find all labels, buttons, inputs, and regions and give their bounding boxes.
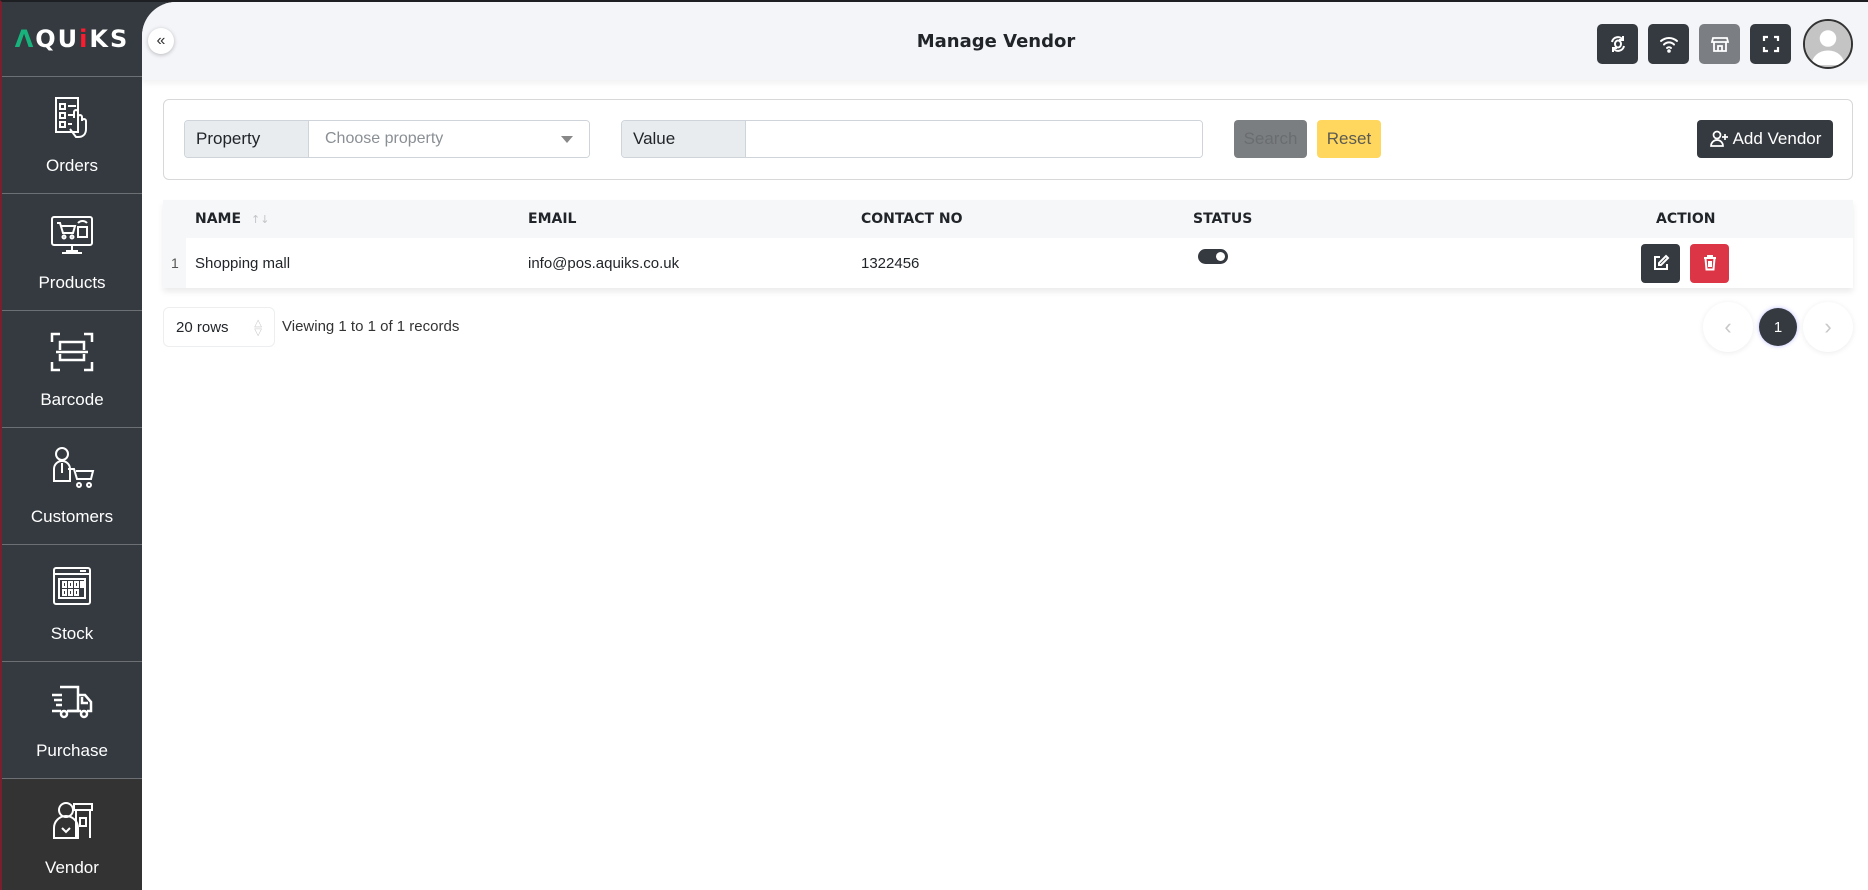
store-icon: [1710, 37, 1729, 52]
rows-per-page-value: 20 rows: [176, 318, 229, 336]
sidebar-item-label: Vendor: [45, 858, 99, 877]
column-header-email: EMAIL: [528, 211, 577, 227]
sidebar-item-label: Customers: [30, 507, 114, 526]
double-chevron-left-icon: «: [156, 32, 166, 49]
value-input[interactable]: [746, 121, 1202, 157]
collapse-sidebar-button[interactable]: «: [148, 28, 174, 54]
header-actions: [1597, 19, 1853, 69]
chevron-right-icon: ›: [1824, 314, 1832, 339]
main-content: Manage Vendor « Property Choose property…: [142, 2, 1868, 890]
sidebar: Λ QU i KS Orders Products Barcode Custom…: [2, 2, 142, 890]
stock-grid-icon: [53, 567, 91, 605]
column-header-label: NAME: [195, 211, 242, 227]
caret-down-icon: [561, 136, 573, 143]
sidebar-item-stock[interactable]: Stock: [2, 544, 142, 661]
prev-page-button[interactable]: ‹: [1703, 302, 1753, 352]
column-header-action: ACTION: [1656, 211, 1716, 227]
wifi-icon: [1659, 37, 1678, 53]
trash-icon: [1703, 255, 1716, 271]
sidebar-item-vendor[interactable]: Vendor: [2, 778, 142, 890]
add-vendor-button[interactable]: Add Vendor: [1697, 120, 1833, 158]
filter-card: Property Choose property Value Search Re…: [163, 99, 1853, 180]
barcode-scan-icon: [50, 332, 94, 372]
cell-contact: 1322456: [861, 254, 920, 272]
sidebar-item-label: Barcode: [40, 390, 104, 409]
column-header-name[interactable]: NAME ↑↓: [195, 211, 269, 227]
fullscreen-button[interactable]: [1750, 24, 1791, 64]
cell-actions: [1641, 243, 1729, 283]
cell-status: [1198, 249, 1228, 264]
add-user-icon: [1709, 130, 1728, 147]
sidebar-item-barcode[interactable]: Barcode: [2, 310, 142, 427]
rows-per-page-select[interactable]: 20 rows △ ▽: [163, 307, 275, 347]
value-label: Value: [622, 121, 746, 157]
wifi-button[interactable]: [1648, 24, 1689, 64]
sidebar-item-label: Stock: [50, 624, 94, 643]
cell-name: Shopping mall: [195, 254, 291, 272]
property-label: Property: [185, 121, 309, 157]
logo-mark: Λ: [14, 25, 36, 53]
sync-icon: [1610, 36, 1625, 52]
vendor-store-icon: [53, 802, 93, 839]
delivery-truck-icon: [52, 685, 93, 719]
reset-button[interactable]: Reset: [1317, 120, 1381, 158]
property-filter-group: Property Choose property: [184, 120, 590, 158]
sidebar-item-products[interactable]: Products: [2, 193, 142, 310]
store-button[interactable]: [1699, 24, 1740, 64]
logo-text-i: i: [79, 25, 90, 53]
sync-button[interactable]: [1597, 24, 1638, 64]
sort-icon[interactable]: ↑↓: [251, 213, 269, 226]
user-avatar[interactable]: [1803, 19, 1853, 69]
sidebar-item-purchase[interactable]: Purchase: [2, 661, 142, 778]
sidebar-item-label: Purchase: [36, 741, 108, 760]
column-header-contact: CONTACT NO: [861, 211, 963, 227]
chevron-left-icon: ‹: [1724, 314, 1732, 339]
sidebar-item-label: Orders: [46, 156, 98, 175]
property-select[interactable]: Choose property: [309, 121, 589, 157]
top-header: Manage Vendor «: [142, 2, 1868, 80]
column-header-status: STATUS: [1193, 211, 1253, 227]
sidebar-item-customers[interactable]: Customers: [2, 427, 142, 544]
orders-checklist-icon: [55, 97, 87, 138]
logo: Λ QU i KS: [2, 2, 142, 76]
sidebar-item-label: Products: [38, 273, 106, 292]
user-avatar-icon: [1805, 21, 1851, 67]
fullscreen-icon: [1762, 35, 1779, 53]
next-page-button[interactable]: ›: [1803, 302, 1853, 352]
add-vendor-label: Add Vendor: [1732, 129, 1822, 148]
table-header: NAME ↑↓ EMAIL CONTACT NO STATUS ACTION: [163, 200, 1853, 238]
vendor-table: NAME ↑↓ EMAIL CONTACT NO STATUS ACTION 1…: [163, 200, 1853, 288]
customer-cart-icon: [53, 447, 95, 488]
records-summary: Viewing 1 to 1 of 1 records: [282, 318, 460, 335]
cell-email: info@pos.aquiks.co.uk: [528, 254, 680, 272]
edit-icon: [1653, 254, 1669, 270]
updown-chevron-icon: △ ▽: [254, 318, 262, 338]
table-row: 1 Shopping mall info@pos.aquiks.co.uk 13…: [163, 238, 1853, 288]
value-filter-group: Value: [621, 120, 1203, 158]
products-monitor-cart-icon: [51, 216, 93, 254]
page-1-button[interactable]: 1: [1759, 308, 1797, 346]
logo-text-end: KS: [89, 25, 130, 53]
pagination: ‹ 1 ›: [1703, 302, 1853, 352]
sidebar-item-orders[interactable]: Orders: [2, 76, 142, 193]
app-window: Λ QU i KS Orders Products Barcode Custom…: [0, 0, 1868, 890]
search-button[interactable]: Search: [1234, 120, 1307, 158]
row-index: 1: [171, 255, 179, 271]
logo-text: QU: [35, 25, 80, 53]
edit-button[interactable]: [1641, 243, 1680, 283]
property-select-placeholder: Choose property: [325, 130, 444, 147]
status-toggle[interactable]: [1198, 249, 1228, 264]
delete-button[interactable]: [1690, 243, 1729, 283]
